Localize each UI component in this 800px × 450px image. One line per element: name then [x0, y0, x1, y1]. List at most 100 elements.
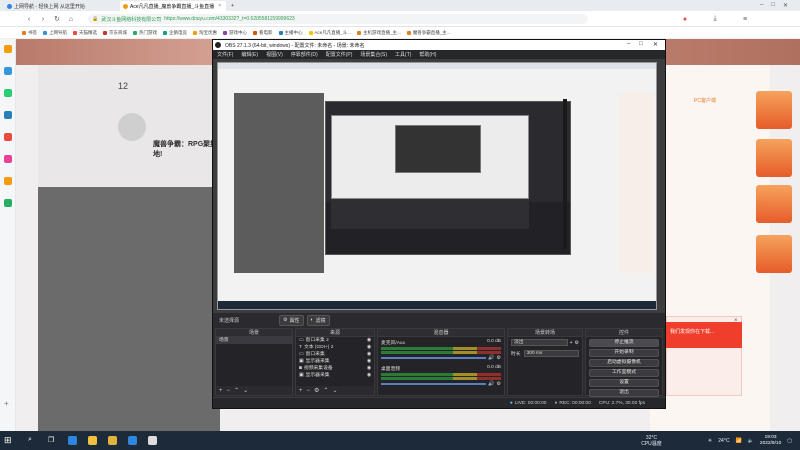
- start-recording-button[interactable]: 开始录制: [589, 349, 659, 357]
- clock[interactable]: 19:03 2022/9/10: [760, 435, 781, 447]
- url-field[interactable]: 🔒 武汉斗鱼网络科技有限公司 https://www.douyu.com/433…: [88, 14, 588, 24]
- windows-start-icon[interactable]: ⊞: [4, 435, 12, 446]
- gear-icon[interactable]: ⚙: [497, 355, 501, 361]
- avatar[interactable]: [118, 113, 146, 141]
- bookmark-item[interactable]: 魔兽争霸直播_主...: [406, 30, 451, 36]
- source-item[interactable]: T 文本 (GDI+) 2 ◉: [296, 344, 374, 351]
- refresh-icon[interactable]: ↻: [52, 14, 62, 24]
- move-down-icon[interactable]: ⌄: [243, 387, 248, 394]
- bookmark-item[interactable]: 京东商城: [103, 30, 127, 36]
- bookmark-item[interactable]: 天猫精选: [73, 30, 97, 36]
- move-up-icon[interactable]: ⌃: [234, 387, 239, 394]
- transition-select[interactable]: 淡出: [511, 339, 568, 346]
- source-item[interactable]: ▣ 显示器采集 ◉: [296, 372, 374, 379]
- source-item[interactable]: ▭ 窗口采集 2 ◉: [296, 337, 374, 344]
- network-icon[interactable]: 📶: [735, 438, 741, 444]
- add-icon[interactable]: +: [219, 388, 223, 394]
- notification-icon[interactable]: ▢: [787, 438, 792, 444]
- menu-edit[interactable]: 编辑(E): [241, 51, 258, 58]
- close-ad-icon[interactable]: ×: [734, 318, 738, 324]
- promo-banner[interactable]: [756, 139, 792, 177]
- home-icon[interactable]: ⌂: [66, 14, 76, 24]
- video-icon[interactable]: [4, 133, 12, 141]
- duration-input[interactable]: 300 ms: [523, 350, 579, 357]
- browser-taskbar-icon-2[interactable]: [128, 436, 137, 445]
- settings-button[interactable]: 设置: [589, 379, 659, 387]
- add-icon[interactable]: +: [570, 340, 573, 346]
- filters-button[interactable]: ◐ 滤镜: [306, 314, 330, 326]
- volume-icon[interactable]: 🔈: [748, 438, 754, 444]
- remove-icon[interactable]: −: [307, 388, 311, 394]
- eye-icon[interactable]: ◉: [367, 351, 371, 358]
- obs-taskbar-icon[interactable]: [148, 436, 157, 445]
- scene-item[interactable]: 场景: [216, 337, 292, 344]
- bookmark-item[interactable]: Ace凡凡直播_斗...: [308, 30, 351, 36]
- file-explorer-icon[interactable]: [88, 436, 97, 445]
- menu-help[interactable]: 帮助(H): [419, 51, 436, 58]
- eye-icon[interactable]: ◉: [367, 337, 371, 344]
- minimize-icon[interactable]: –: [760, 2, 763, 9]
- app-icon[interactable]: [4, 67, 12, 75]
- game-icon[interactable]: [4, 177, 12, 185]
- forward-icon[interactable]: ›: [38, 14, 48, 24]
- properties-button[interactable]: ⚙ 属性: [279, 314, 304, 326]
- bookmark-item[interactable]: 主机游戏直播_主...: [357, 30, 401, 36]
- source-item[interactable]: ▣ 显示器采集 ◉: [296, 358, 374, 365]
- promo-banner[interactable]: [756, 235, 792, 273]
- browser-taskbar-icon[interactable]: [68, 436, 77, 445]
- bookmark-item[interactable]: 企鹅电竞: [163, 30, 187, 36]
- download-prompt-banner[interactable]: 我们发现你在下载...: [666, 322, 742, 348]
- menu-file[interactable]: 文件(F): [217, 51, 233, 58]
- eye-icon[interactable]: ◉: [367, 358, 371, 365]
- weather-icon[interactable]: ☀: [708, 438, 712, 444]
- bookmark-item[interactable]: 书签: [22, 30, 37, 36]
- tab-douyu-live[interactable]: Ace凡凡直播_魔兽争霸直播_斗鱼直播 ×: [120, 1, 226, 11]
- eye-icon[interactable]: ◉: [367, 372, 371, 379]
- eye-icon[interactable]: ◉: [367, 365, 371, 372]
- start-virtual-camera-button[interactable]: 启动虚拟摄像机: [589, 359, 659, 367]
- tab-navigation[interactable]: 上网导航 - 轻快上网 从这里开始: [4, 1, 96, 11]
- close-icon[interactable]: ✕: [653, 41, 658, 48]
- close-window-icon[interactable]: ✕: [783, 2, 788, 9]
- new-tab-button[interactable]: +: [228, 1, 238, 11]
- add-icon[interactable]: +: [299, 388, 303, 394]
- speaker-icon[interactable]: 🔊: [488, 355, 494, 361]
- maximize-icon[interactable]: □: [771, 2, 775, 9]
- mic-volume-slider[interactable]: [381, 357, 487, 359]
- notes-icon[interactable]: [4, 199, 12, 207]
- bookmark-item[interactable]: 淘宝优惠: [193, 30, 217, 36]
- speaker-icon[interactable]: 🔊: [488, 381, 494, 387]
- bookmark-item[interactable]: 主播中心: [278, 30, 303, 36]
- bookmark-item[interactable]: 看电影: [253, 30, 273, 36]
- back-icon[interactable]: ‹: [24, 14, 34, 24]
- exit-button[interactable]: 退出: [589, 389, 659, 397]
- chat-icon[interactable]: [4, 89, 12, 97]
- download-icon[interactable]: ⤓: [710, 14, 720, 24]
- obs-preview[interactable]: [213, 59, 665, 313]
- app-taskbar-icon[interactable]: [108, 436, 117, 445]
- menu-docks[interactable]: 停靠部件(D): [291, 51, 318, 58]
- search-icon[interactable]: ⌕: [28, 436, 32, 444]
- maximize-icon[interactable]: □: [639, 41, 643, 47]
- desktop-volume-slider[interactable]: [381, 383, 487, 385]
- gear-icon[interactable]: ⚙: [497, 381, 501, 387]
- music-icon[interactable]: [4, 155, 12, 163]
- task-view-icon[interactable]: ❐: [48, 436, 54, 444]
- studio-mode-button[interactable]: 工作室模式: [589, 369, 659, 377]
- bookmark-item[interactable]: 上网导航: [43, 30, 67, 36]
- favorites-icon[interactable]: [4, 45, 12, 53]
- minimize-icon[interactable]: –: [627, 41, 630, 47]
- add-icon[interactable]: +: [4, 399, 9, 408]
- promo-banner[interactable]: [756, 185, 792, 223]
- mail-icon[interactable]: [4, 111, 12, 119]
- move-up-icon[interactable]: ⌃: [323, 387, 328, 394]
- gear-icon[interactable]: ⚙: [314, 387, 319, 394]
- menu-view[interactable]: 视图(V): [266, 51, 283, 58]
- menu-scene-collection[interactable]: 场景集合(S): [360, 51, 387, 58]
- bookmark-item[interactable]: 热门游戏: [133, 30, 157, 36]
- promo-banner[interactable]: [756, 91, 792, 129]
- eye-icon[interactable]: ◉: [367, 344, 371, 351]
- move-down-icon[interactable]: ⌄: [332, 387, 337, 394]
- extension-icon[interactable]: ●: [680, 14, 690, 24]
- menu-icon[interactable]: ≡: [740, 14, 750, 24]
